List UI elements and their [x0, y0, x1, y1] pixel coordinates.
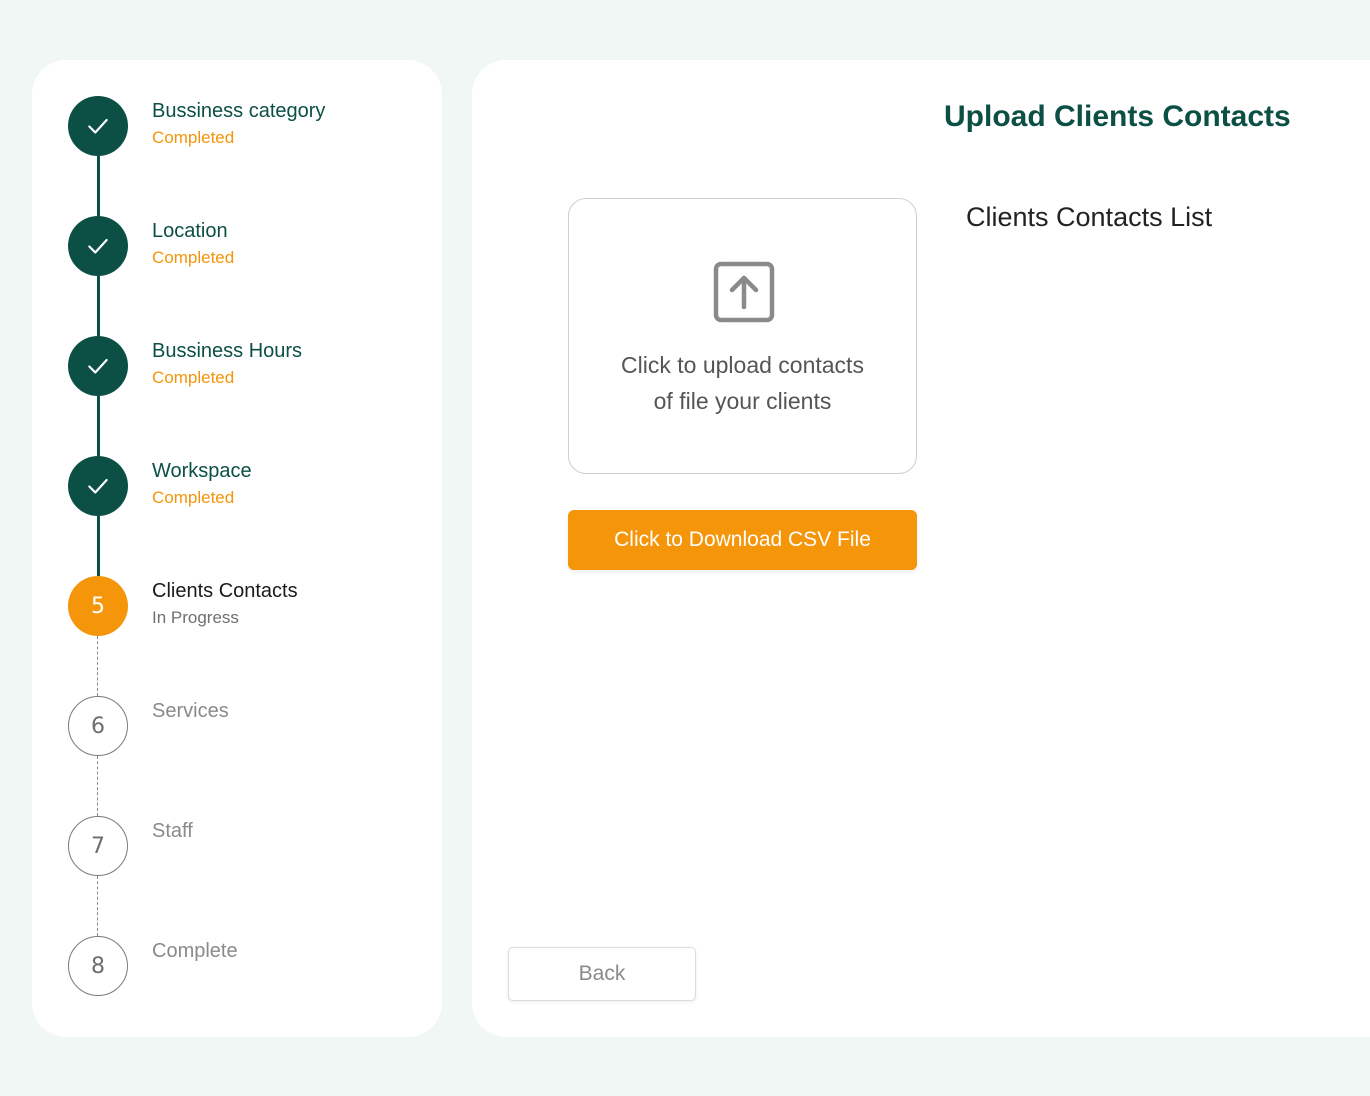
step-title: Complete: [152, 940, 238, 962]
step-status: Completed: [152, 248, 235, 267]
page-title: Upload Clients Contacts: [944, 100, 1291, 133]
step-connector-completed: [97, 396, 100, 456]
step-status: Completed: [152, 368, 235, 387]
upload-text-line: of file your clients: [653, 388, 832, 414]
step-number-circle: 7: [68, 816, 128, 876]
upload-arrow-icon: [713, 261, 775, 323]
step-connector-pending: [97, 756, 98, 816]
step-connector-completed: [97, 516, 100, 576]
step-connector-completed: [97, 276, 100, 336]
step-title: Location: [152, 220, 228, 242]
check-icon: [88, 118, 108, 134]
step-workspace[interactable]: Workspace Completed: [68, 456, 428, 516]
step-title: Bussiness category: [152, 100, 326, 122]
step-check-circle: [68, 216, 128, 276]
step-staff[interactable]: 7 Staff: [68, 816, 428, 876]
step-title: Staff: [152, 820, 193, 842]
check-icon: [88, 238, 108, 254]
upload-contacts-dropzone[interactable]: Click to upload contacts of file your cl…: [568, 198, 917, 474]
step-location[interactable]: Location Completed: [68, 216, 428, 276]
back-button[interactable]: Back: [508, 947, 696, 1001]
check-icon: [88, 478, 108, 494]
step-number-circle: 8: [68, 936, 128, 996]
step-number-circle: 6: [68, 696, 128, 756]
stepper-sidebar: Bussiness category Completed Location Co…: [32, 60, 442, 1037]
step-title: Workspace: [152, 460, 252, 482]
download-csv-button[interactable]: Click to Download CSV File: [568, 510, 917, 570]
upload-instructions: Click to upload contacts of file your cl…: [569, 347, 916, 419]
step-check-circle: [68, 96, 128, 156]
step-number-circle: 5: [68, 576, 128, 636]
step-connector-completed: [97, 156, 100, 216]
step-status: Completed: [152, 488, 235, 507]
step-check-circle: [68, 336, 128, 396]
main-panel: Upload Clients Contacts Click to upload …: [472, 60, 1370, 1037]
step-complete[interactable]: 8 Complete: [68, 936, 428, 996]
step-title: Clients Contacts: [152, 580, 298, 602]
step-services[interactable]: 6 Services: [68, 696, 428, 756]
step-business-category[interactable]: Bussiness category Completed: [68, 96, 428, 156]
step-status: Completed: [152, 128, 235, 147]
step-business-hours[interactable]: Bussiness Hours Completed: [68, 336, 428, 396]
step-check-circle: [68, 456, 128, 516]
check-icon: [88, 358, 108, 374]
step-clients-contacts[interactable]: 5 Clients Contacts In Progress: [68, 576, 428, 636]
step-connector-pending: [97, 636, 98, 696]
clients-contacts-list-title: Clients Contacts List: [966, 202, 1213, 232]
step-connector-pending: [97, 876, 98, 936]
step-status: In Progress: [152, 608, 239, 627]
upload-text-line: Click to upload contacts: [621, 352, 864, 378]
step-title: Services: [152, 700, 229, 722]
step-title: Bussiness Hours: [152, 340, 303, 362]
